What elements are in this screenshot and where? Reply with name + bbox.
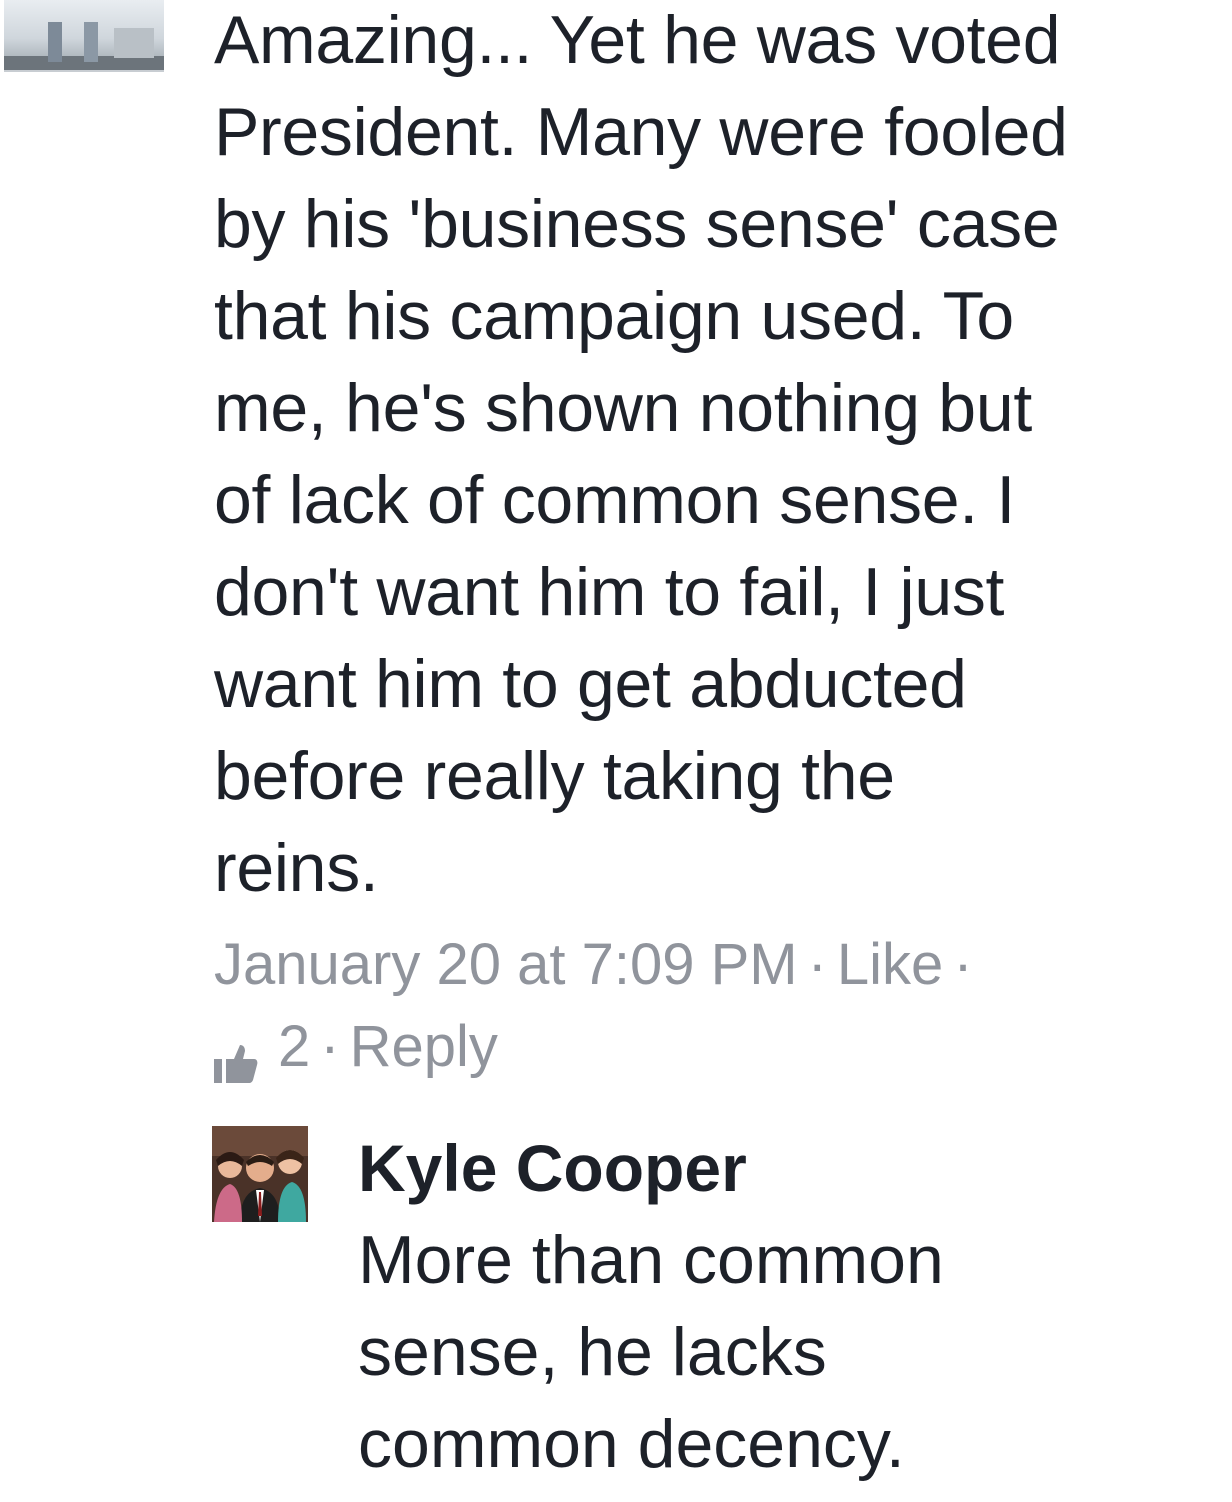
- meta-separator: ·: [953, 932, 973, 997]
- comment-timestamp-link[interactable]: January 20 at 7:09 PM: [214, 932, 798, 997]
- avatar-photo-figure: [48, 22, 62, 62]
- reply-button[interactable]: Reply: [350, 1012, 498, 1082]
- thumbs-up-icon: [214, 1029, 258, 1083]
- parent-comment-meta: January 20 at 7:09 PM · Like ·: [214, 930, 983, 1000]
- avatar-photo-figure: [84, 22, 98, 62]
- reply-author-name[interactable]: Kyle Cooper: [358, 1130, 747, 1206]
- parent-comment-text: Amazing... Yet he was voted President. M…: [214, 2, 1068, 906]
- reply-author-avatar[interactable]: [212, 1126, 308, 1222]
- like-count-link[interactable]: 2: [278, 1012, 310, 1082]
- parent-comment-avatar[interactable]: [4, 0, 164, 72]
- like-button[interactable]: Like: [837, 932, 943, 997]
- avatar-photo-object: [114, 28, 154, 58]
- meta-separator: ·: [807, 932, 827, 997]
- parent-comment-meta-second-line: 2 · Reply: [214, 1012, 498, 1083]
- meta-separator: ·: [320, 1014, 340, 1079]
- reply-comment-text: More than common sense, he lacks common …: [358, 1222, 944, 1482]
- reply-avatar-photo: [212, 1126, 308, 1222]
